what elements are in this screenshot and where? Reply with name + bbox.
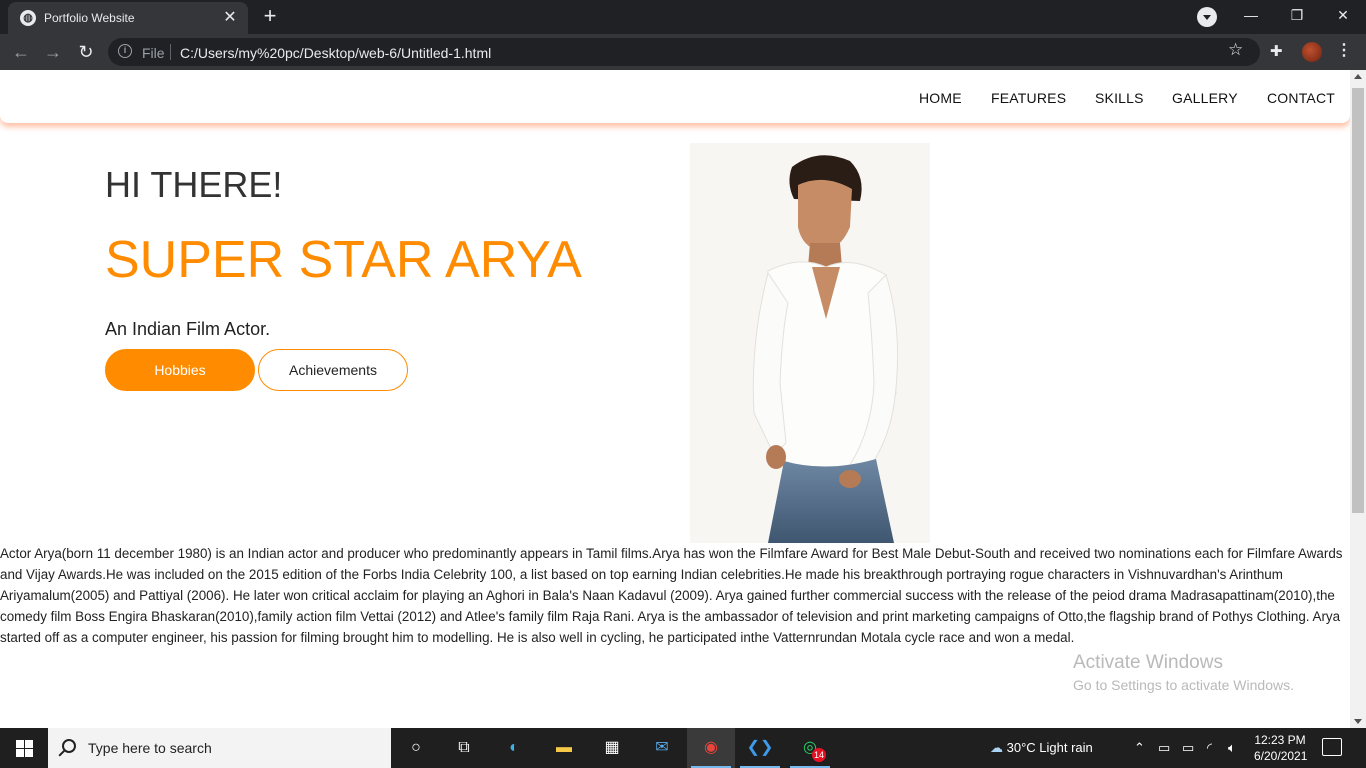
edge-icon[interactable]: ◐ xyxy=(490,728,538,768)
file-explorer-icon[interactable]: ▬ xyxy=(540,728,588,768)
extensions-puzzle-icon[interactable]: ✚ xyxy=(1270,42,1283,60)
achievements-button[interactable]: Achievements xyxy=(258,349,408,391)
actor-photo xyxy=(690,143,930,543)
globe-icon: ◍ xyxy=(20,10,36,26)
scroll-down-arrow-icon[interactable] xyxy=(1354,719,1362,724)
omnibox-divider xyxy=(170,44,171,60)
scroll-up-arrow-icon[interactable] xyxy=(1354,74,1362,79)
search-placeholder: Type here to search xyxy=(88,740,212,756)
meet-now-icon[interactable]: ▭ xyxy=(1158,740,1170,756)
bookmark-star-icon[interactable]: ☆ xyxy=(1228,40,1243,60)
wifi-icon[interactable]: ◜ xyxy=(1207,740,1212,756)
activate-windows-subtitle: Go to Settings to activate Windows. xyxy=(1073,677,1294,693)
page-viewport: HOME FEATURES SKILLS GALLERY CONTACT HI … xyxy=(0,70,1350,728)
store-icon[interactable]: ▦ xyxy=(588,728,636,768)
activate-windows-title: Activate Windows xyxy=(1073,652,1223,673)
close-window-button[interactable]: ✕ xyxy=(1320,0,1366,32)
search-icon xyxy=(62,739,76,753)
address-bar[interactable]: i File C:/Users/my%20pc/Desktop/web-6/Un… xyxy=(108,38,1260,66)
hero-greeting: HI THERE! xyxy=(105,164,283,205)
hobbies-button[interactable]: Hobbies xyxy=(105,349,255,391)
weather-text: 30°C Light rain xyxy=(1006,740,1093,755)
nav-features[interactable]: FEATURES xyxy=(991,90,1066,106)
cortana-circle-icon[interactable]: ○ xyxy=(392,728,440,768)
browser-menu-icon[interactable]: ⋮ xyxy=(1336,40,1352,60)
windows-taskbar: Type here to search ○ ⧉ ◐ ▬ ▦ ✉ ◉ ❮❯ ◎ 14… xyxy=(0,728,1366,768)
forward-arrow-icon[interactable]: → xyxy=(41,40,65,64)
clock-time: 12:23 PM xyxy=(1254,733,1306,747)
windows-start-icon[interactable] xyxy=(0,728,48,768)
profile-avatar[interactable] xyxy=(1302,42,1322,62)
browser-tab[interactable]: ◍ Portfolio Website ✕ xyxy=(8,2,248,34)
close-tab-icon[interactable]: ✕ xyxy=(220,8,240,28)
clock-date: 6/20/2021 xyxy=(1254,749,1308,763)
info-icon[interactable]: i xyxy=(118,44,132,58)
cloud-rain-icon: ☁ xyxy=(990,740,1003,755)
url-text[interactable]: C:/Users/my%20pc/Desktop/web-6/Untitled-… xyxy=(180,45,491,61)
whatsapp-icon[interactable]: ◎ 14 xyxy=(786,728,834,768)
show-hidden-icons-chevron-icon[interactable]: ⌃ xyxy=(1134,740,1145,756)
nav-contact[interactable]: CONTACT xyxy=(1267,90,1335,106)
nav-home[interactable]: HOME xyxy=(919,90,962,106)
page-scrollbar[interactable] xyxy=(1350,70,1366,728)
new-tab-button[interactable]: + xyxy=(258,5,282,29)
nav-gallery[interactable]: GALLERY xyxy=(1172,90,1238,106)
weather-widget[interactable]: ☁ 30°C Light rain xyxy=(990,740,1093,756)
mail-icon[interactable]: ✉ xyxy=(638,728,686,768)
back-arrow-icon[interactable]: ← xyxy=(9,40,33,64)
hero-title: SUPER STAR ARYA xyxy=(105,231,582,289)
notification-center-icon[interactable] xyxy=(1322,738,1342,756)
tab-search-icon[interactable] xyxy=(1197,7,1217,27)
volume-icon[interactable]: 🔈︎ xyxy=(1228,740,1236,756)
bio-paragraph: Actor Arya(born 11 december 1980) is an … xyxy=(0,546,1343,645)
scroll-thumb[interactable] xyxy=(1352,88,1364,513)
nav-skills[interactable]: SKILLS xyxy=(1095,90,1144,106)
actor-illustration xyxy=(690,143,930,543)
minimize-button[interactable]: — xyxy=(1228,0,1274,32)
browser-tabstrip: ◍ Portfolio Website ✕ + — ❐ ✕ xyxy=(0,0,1366,34)
restore-button[interactable]: ❐ xyxy=(1274,0,1320,32)
battery-icon[interactable]: ▭ xyxy=(1182,740,1194,756)
site-navbar: HOME FEATURES SKILLS GALLERY CONTACT xyxy=(0,70,1350,123)
reload-icon[interactable]: ↻ xyxy=(74,40,98,64)
browser-toolbar: ← → ↻ i File C:/Users/my%20pc/Desktop/we… xyxy=(0,34,1366,70)
hero-tagline: An Indian Film Actor. xyxy=(105,319,271,339)
task-view-icon[interactable]: ⧉ xyxy=(440,728,488,768)
tab-title: Portfolio Website xyxy=(44,11,135,25)
whatsapp-badge: 14 xyxy=(812,748,826,762)
taskbar-clock[interactable]: 12:23 PM 6/20/2021 xyxy=(1254,732,1308,764)
chrome-icon[interactable]: ◉ xyxy=(687,728,735,768)
file-label: File xyxy=(142,45,165,61)
taskbar-search-box[interactable]: Type here to search xyxy=(48,728,391,768)
vscode-icon[interactable]: ❮❯ xyxy=(736,728,784,768)
